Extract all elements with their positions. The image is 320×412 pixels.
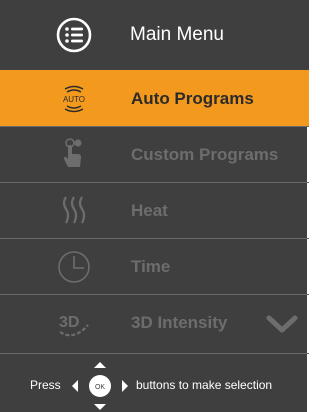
instruction-footer: Press OK buttons to make selection [0, 353, 309, 412]
arrow-left-icon [72, 380, 78, 392]
footer-instruction-text: buttons to make selection [136, 378, 273, 392]
menu-item-auto-programs[interactable]: AUTO Auto Programs [0, 70, 309, 126]
menu-item-custom-programs[interactable]: Custom Programs [0, 126, 309, 182]
auto-programs-icon: AUTO [63, 85, 85, 113]
menu-item-3d-intensity[interactable]: 3D 3D Intensity [0, 294, 309, 350]
menu-item-label: Time [131, 257, 171, 276]
auto-icon-text: AUTO [63, 95, 85, 104]
menu-item-label: Auto Programs [131, 89, 254, 108]
footer-press-text: Press [30, 378, 61, 392]
arrow-right-icon [122, 380, 128, 392]
clock-icon [58, 251, 90, 283]
menu-item-label: 3D Intensity [131, 313, 228, 332]
menu-item-label: Heat [131, 201, 168, 220]
menu-screen: Main Menu AUTO Auto Programs Custom Prog… [0, 0, 309, 412]
direction-pad-icon: OK [72, 362, 128, 410]
arrow-up-icon [94, 362, 106, 368]
chevron-down-icon[interactable] [266, 313, 298, 335]
menu-item-label: Custom Programs [131, 145, 279, 164]
page-title: Main Menu [130, 24, 224, 45]
ok-button-label: OK [95, 384, 105, 391]
3d-intensity-icon: 3D [59, 314, 89, 337]
list-menu-icon [56, 17, 92, 53]
menu-header: Main Menu [0, 0, 309, 70]
arrow-down-icon [94, 404, 106, 410]
menu-item-time[interactable]: Time [0, 238, 309, 294]
heat-waves-icon [62, 196, 86, 224]
menu-item-heat[interactable]: Heat [0, 182, 309, 238]
three-d-icon-text: 3D [59, 314, 79, 331]
touch-hand-icon [64, 138, 82, 167]
